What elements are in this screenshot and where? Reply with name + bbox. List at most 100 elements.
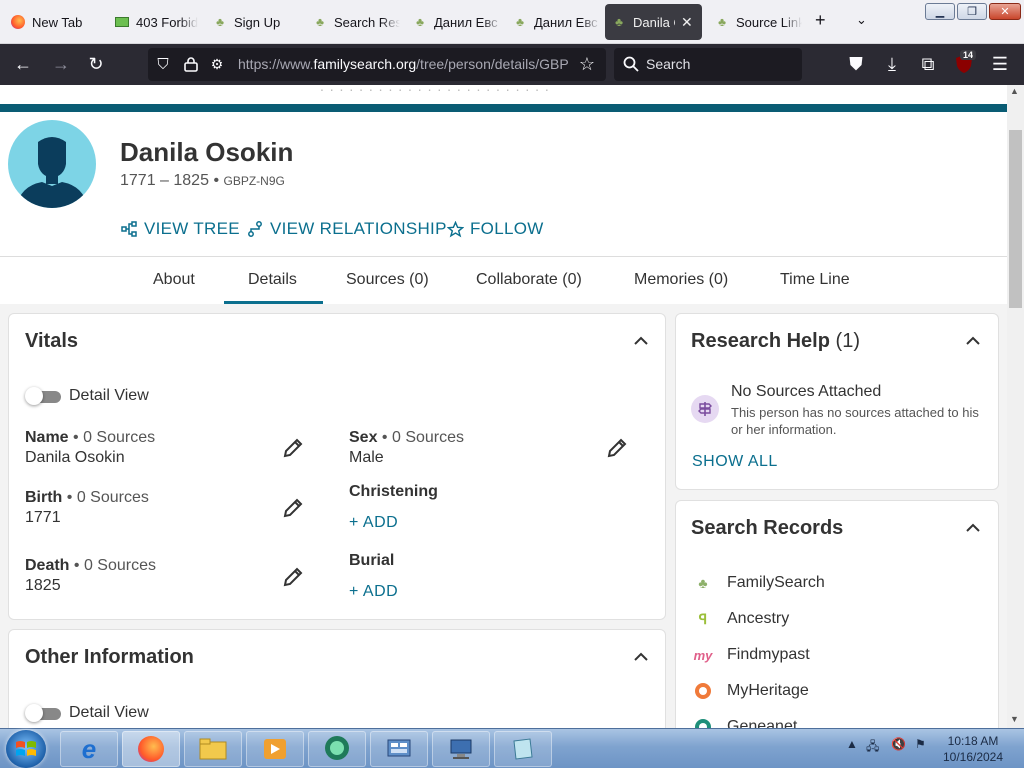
collapse-chevron-up-icon[interactable] bbox=[966, 336, 980, 346]
sex-field-label: Sex • 0 Sources bbox=[349, 429, 464, 447]
maximize-window-button[interactable]: ❐ bbox=[957, 3, 987, 20]
other-detail-view-label: Detail View bbox=[69, 704, 149, 721]
tab-label: Search Results bbox=[334, 14, 400, 30]
permissions-icon[interactable]: ⚙ bbox=[206, 53, 228, 75]
network-taskbar-button[interactable] bbox=[432, 731, 490, 767]
url-bar[interactable]: ⛉ ⚙ https://www.familysearch.org/tree/pe… bbox=[148, 48, 606, 81]
browser-tab-sign-up[interactable]: ♣ Sign Up bbox=[206, 4, 302, 40]
show-hidden-icons-icon[interactable]: ▲ bbox=[846, 737, 858, 751]
bookmark-star-icon[interactable]: ☆ bbox=[576, 53, 598, 75]
search-record-familysearch[interactable]: ♣ FamilySearch bbox=[693, 573, 824, 593]
person-avatar[interactable] bbox=[8, 120, 96, 208]
browser-tab-danila-active[interactable]: ♣ Danila O ✕ bbox=[605, 4, 702, 40]
edit-pencil-icon[interactable] bbox=[282, 437, 304, 459]
collapse-chevron-up-icon[interactable] bbox=[966, 523, 980, 533]
signpost-icon bbox=[691, 395, 719, 423]
extensions-icon[interactable]: ⧉ bbox=[917, 53, 939, 75]
research-help-item-title[interactable]: No Sources Attached bbox=[731, 383, 881, 401]
sex-label: Sex bbox=[349, 429, 378, 446]
internet-explorer-icon: e bbox=[81, 733, 97, 764]
notepad-taskbar-button[interactable] bbox=[494, 731, 552, 767]
hamburger-menu-icon[interactable]: ☰ bbox=[989, 53, 1011, 75]
view-relationship-button[interactable]: VIEW RELATIONSHIP bbox=[246, 219, 447, 239]
firefox-icon bbox=[10, 14, 26, 30]
detail-view-toggle[interactable] bbox=[25, 387, 61, 405]
other-information-title: Other Information bbox=[25, 646, 194, 668]
list-all-tabs-chevron-icon[interactable]: ⌄ bbox=[856, 12, 867, 28]
star-icon bbox=[446, 220, 464, 238]
tab-time-line[interactable]: Time Line bbox=[780, 271, 850, 289]
firefox-icon bbox=[138, 736, 164, 762]
search-record-findmypast[interactable]: my Findmypast bbox=[693, 645, 810, 665]
familysearch-tree-icon: ♣ bbox=[416, 15, 424, 29]
taskbar-clock[interactable]: 10:18 AM 10/16/2024 bbox=[936, 733, 1010, 765]
browser-tab-danil-1[interactable]: ♣ Данил Евс bbox=[406, 4, 502, 40]
firefox-taskbar-button[interactable] bbox=[122, 731, 180, 767]
search-record-myheritage[interactable]: MyHeritage bbox=[693, 681, 809, 701]
name-label: Name bbox=[25, 429, 69, 446]
person-id[interactable]: GBPZ-N9G bbox=[224, 174, 285, 188]
url-text[interactable]: https://www.familysearch.org/tree/person… bbox=[238, 56, 568, 72]
collapse-chevron-up-icon[interactable] bbox=[634, 336, 648, 346]
familysearch-tree-icon: ♣ bbox=[216, 15, 224, 29]
person-lifespan: 1771 – 1825 • GBPZ-N9G bbox=[120, 172, 285, 190]
close-window-button[interactable]: ✕ bbox=[989, 3, 1021, 20]
chat-app-taskbar-button[interactable] bbox=[308, 731, 366, 767]
collapse-chevron-up-icon[interactable] bbox=[634, 652, 648, 662]
death-sources: • 0 Sources bbox=[73, 557, 156, 574]
search-record-ancestry[interactable]: ꟼ Ancestry bbox=[693, 609, 789, 629]
shield-icon[interactable]: ⛉ bbox=[152, 53, 174, 75]
browser-tab-403[interactable]: 403 Forbidden bbox=[108, 4, 198, 40]
browser-tab-search-results[interactable]: ♣ Search Results bbox=[306, 4, 400, 40]
follow-button[interactable]: FOLLOW bbox=[446, 219, 544, 239]
browser-tab-source-linker[interactable]: ♣ Source Linker bbox=[708, 4, 802, 40]
findmypast-icon: my bbox=[693, 647, 713, 663]
reload-icon[interactable]: ↻ bbox=[85, 53, 107, 75]
forward-arrow-icon[interactable]: → bbox=[50, 53, 72, 75]
add-burial-link[interactable]: + ADD bbox=[349, 583, 398, 601]
back-arrow-icon[interactable]: ← bbox=[12, 53, 34, 75]
folder-icon bbox=[199, 738, 227, 760]
edit-pencil-icon[interactable] bbox=[606, 437, 628, 459]
internet-explorer-taskbar-button[interactable]: e bbox=[60, 731, 118, 767]
separator: • bbox=[213, 172, 220, 189]
lock-icon[interactable] bbox=[180, 53, 202, 75]
media-player-taskbar-button[interactable] bbox=[246, 731, 304, 767]
scroll-up-arrow-icon[interactable]: ▲ bbox=[1010, 86, 1019, 96]
scroll-down-arrow-icon[interactable]: ▼ bbox=[1010, 714, 1019, 724]
follow-label: FOLLOW bbox=[470, 219, 544, 238]
action-center-flag-icon[interactable]: ⚑ bbox=[915, 737, 926, 751]
show-all-link[interactable]: SHOW ALL bbox=[692, 453, 778, 471]
browser-tab-new-tab[interactable]: New Tab bbox=[4, 4, 104, 40]
tab-details[interactable]: Details bbox=[248, 271, 297, 289]
add-christening-link[interactable]: + ADD bbox=[349, 514, 398, 532]
tab-label: Source Linker bbox=[736, 14, 802, 30]
file-explorer-taskbar-button[interactable] bbox=[184, 731, 242, 767]
other-detail-view-toggle[interactable] bbox=[25, 704, 61, 722]
clock-date: 10/16/2024 bbox=[942, 750, 1004, 764]
browser-tab-danil-2[interactable]: ♣ Данил Евс bbox=[506, 4, 600, 40]
tab-memories[interactable]: Memories (0) bbox=[634, 271, 728, 289]
tab-sources[interactable]: Sources (0) bbox=[346, 271, 429, 289]
tab-about[interactable]: About bbox=[153, 271, 195, 289]
control-panel-taskbar-button[interactable] bbox=[370, 731, 428, 767]
tab-collaborate[interactable]: Collaborate (0) bbox=[476, 271, 582, 289]
browser-search-bar[interactable]: Search bbox=[614, 48, 802, 81]
geneanet-icon bbox=[693, 717, 713, 728]
new-tab-button[interactable]: + bbox=[815, 10, 826, 31]
view-tree-label: VIEW TREE bbox=[144, 219, 240, 238]
birth-value: 1771 bbox=[25, 509, 61, 526]
minimize-window-button[interactable]: ▁ bbox=[925, 3, 955, 20]
windows-start-button[interactable] bbox=[6, 730, 46, 768]
network-tray-icon[interactable]: 🖧 bbox=[866, 737, 879, 758]
pocket-icon[interactable]: ⛊ bbox=[845, 53, 867, 75]
edit-pencil-icon[interactable] bbox=[282, 497, 304, 519]
scrollbar-thumb[interactable] bbox=[1009, 130, 1022, 308]
downloads-icon[interactable]: ⤓ bbox=[881, 53, 903, 75]
view-tree-button[interactable]: VIEW TREE bbox=[120, 219, 240, 239]
familysearch-tree-icon: ♣ bbox=[316, 15, 324, 29]
close-tab-icon[interactable]: ✕ bbox=[681, 14, 693, 31]
volume-muted-icon[interactable]: 🔇 bbox=[891, 737, 906, 751]
search-record-geneanet[interactable]: Geneanet bbox=[693, 717, 797, 728]
edit-pencil-icon[interactable] bbox=[282, 566, 304, 588]
